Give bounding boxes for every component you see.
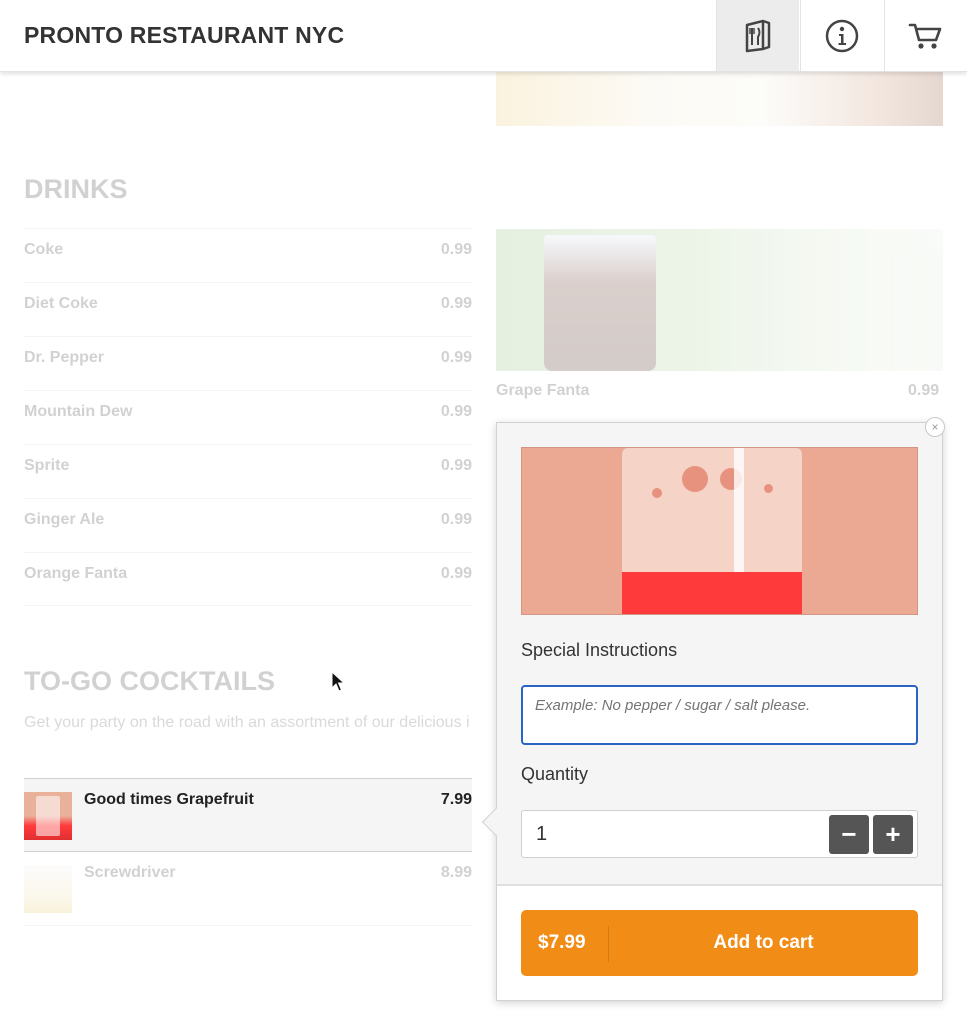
add-to-cart-button[interactable]: $7.99 Add to cart <box>521 910 918 976</box>
quantity-label: Quantity <box>521 764 589 784</box>
item-photo <box>521 447 918 615</box>
featured-item-price: 0.99 <box>908 382 940 399</box>
drinks-section-title: DRINKS <box>24 174 128 204</box>
item-price: 8.99 <box>440 864 472 881</box>
restaurant-name[interactable]: PRONTO RESTAURANT NYC <box>24 22 344 49</box>
item-thumbnail <box>24 865 72 913</box>
minus-icon: − <box>841 819 857 849</box>
featured-item-name[interactable]: Grape Fanta <box>496 382 589 400</box>
food-photo[interactable] <box>496 72 943 126</box>
item-price: 0.99 <box>440 241 472 258</box>
item-detail-popup: × Special Instructions Quantity 1 − + $7… <box>496 417 945 1001</box>
item-name: Sprite <box>24 457 70 474</box>
item-price: 0.99 <box>440 457 472 474</box>
special-instructions-input[interactable] <box>521 685 918 745</box>
item-name: Orange Fanta <box>24 565 128 582</box>
total-price: $7.99 <box>538 932 586 953</box>
bag-illustration <box>36 796 60 836</box>
item-name: Coke <box>24 241 64 258</box>
increase-quantity-button[interactable]: + <box>873 815 913 854</box>
menu-item-ginger-ale[interactable]: Ginger Ale 0.99 <box>24 498 472 552</box>
menu-item-orange-fanta[interactable]: Orange Fanta 0.99 <box>24 552 472 606</box>
cart-button[interactable] <box>884 0 967 71</box>
menu-item-good-times-grapefruit[interactable]: Good times Grapefruit 7.99 <box>24 778 472 852</box>
item-price: 0.99 <box>440 295 472 312</box>
menu-item-mountain-dew[interactable]: Mountain Dew 0.99 <box>24 390 472 444</box>
item-name: Mountain Dew <box>24 403 133 420</box>
info-button[interactable] <box>800 0 883 71</box>
info-icon <box>825 19 859 52</box>
bag-illustration <box>622 448 802 614</box>
quantity-stepper[interactable]: 1 − + <box>521 810 918 858</box>
menu-icon <box>745 19 771 52</box>
item-thumbnail <box>24 792 72 840</box>
cocktails-section-title: TO-GO COCKTAILS <box>24 666 275 696</box>
cart-icon <box>908 23 942 49</box>
item-price: 0.99 <box>440 403 472 420</box>
add-to-cart-label: Add to cart <box>713 932 814 953</box>
item-price: 0.99 <box>440 349 472 366</box>
item-price: 0.99 <box>440 565 472 582</box>
plus-icon: + <box>885 819 901 849</box>
item-name: Dr. Pepper <box>24 349 105 366</box>
item-price: 7.99 <box>440 791 472 808</box>
menu-item-coke[interactable]: Coke 0.99 <box>24 228 472 282</box>
drink-photo[interactable] <box>496 229 943 371</box>
item-price: 0.99 <box>440 511 472 528</box>
menu-button[interactable] <box>716 0 799 71</box>
item-name: Ginger Ale <box>24 511 105 528</box>
item-name: Screwdriver <box>84 864 176 881</box>
item-name: Good times Grapefruit <box>84 791 254 808</box>
mouse-cursor-icon <box>331 671 345 692</box>
glass-illustration <box>544 235 656 371</box>
menu-item-sprite[interactable]: Sprite 0.99 <box>24 444 472 498</box>
menu-item-screwdriver[interactable]: Screwdriver 8.99 <box>24 852 472 926</box>
popup-footer: $7.99 Add to cart <box>497 886 942 1000</box>
menu-item-dr-pepper[interactable]: Dr. Pepper 0.99 <box>24 336 472 390</box>
close-icon: × <box>931 420 939 434</box>
special-instructions-label: Special Instructions <box>521 640 678 660</box>
menu-item-diet-coke[interactable]: Diet Coke 0.99 <box>24 282 472 336</box>
cocktails-description: Get your party on the road with an assor… <box>24 714 470 731</box>
decrease-quantity-button[interactable]: − <box>829 815 869 854</box>
list-divider <box>24 605 472 606</box>
quantity-value[interactable]: 1 <box>536 823 547 846</box>
app-header: PRONTO RESTAURANT NYC <box>0 0 967 72</box>
close-button[interactable]: × <box>925 417 945 437</box>
item-name: Diet Coke <box>24 295 98 312</box>
